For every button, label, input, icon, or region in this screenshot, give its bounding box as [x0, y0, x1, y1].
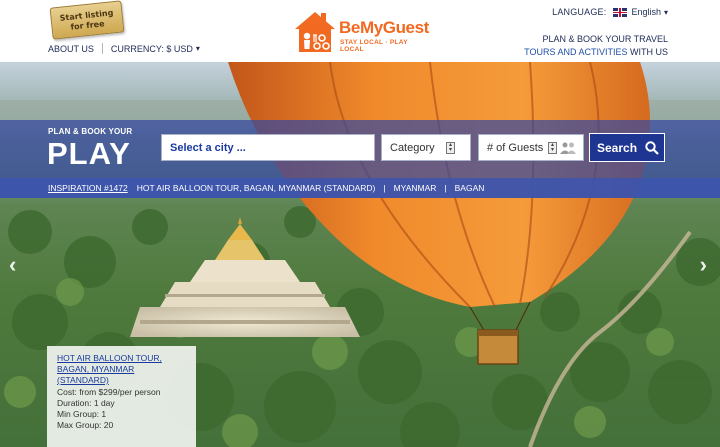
- guests-label: # of Guests: [487, 141, 544, 154]
- category-label: Category: [390, 141, 435, 154]
- inspiration-bar: INSPIRATION #1472 HOT AIR BALLOON TOUR, …: [0, 178, 720, 198]
- top-links: ABOUT US CURRENCY: $ USD ▾: [48, 43, 200, 54]
- category-select[interactable]: Category ▴ ▾: [381, 134, 471, 161]
- plan-book-subtitle: PLAN & BOOK YOUR: [48, 127, 133, 136]
- house-logo-icon: [295, 12, 335, 52]
- chevron-down-icon[interactable]: ▾: [664, 8, 668, 17]
- inspiration-title[interactable]: HOT AIR BALLOON TOUR, BAGAN, MYANMAR (ST…: [137, 183, 376, 193]
- bemyguest-logo[interactable]: BeMyGuest STAY LOCAL · PLAY LOCAL: [293, 9, 433, 55]
- site-header: Start listing for free ABOUT US CURRENCY…: [0, 0, 720, 62]
- travel-promo: PLAN & BOOK YOUR TRAVEL TOURS AND ACTIVI…: [524, 33, 668, 59]
- chevron-down-icon[interactable]: ▾: [196, 44, 200, 53]
- logo-wordmark: BeMyGuest: [339, 18, 429, 37]
- currency-selector[interactable]: CURRENCY: $ USD: [111, 44, 193, 54]
- city-select-input[interactable]: Select a city ...: [161, 134, 375, 161]
- tour-title-link[interactable]: HOT AIR BALLOON TOUR, BAGAN, MYANMAR (ST…: [57, 353, 186, 386]
- people-icon: [560, 142, 576, 154]
- dropdown-arrow-icon[interactable]: ▴ ▾: [446, 142, 455, 154]
- start-listing-tag[interactable]: Start listing for free: [49, 0, 125, 40]
- travel-promo-line1: PLAN & BOOK YOUR TRAVEL: [542, 34, 668, 44]
- uk-flag-icon: [613, 7, 628, 17]
- about-us-link[interactable]: ABOUT US: [48, 44, 94, 54]
- magnifier-icon: [645, 140, 659, 155]
- search-button[interactable]: Search: [589, 133, 665, 162]
- tour-min-group: Min Group: 1: [57, 409, 107, 419]
- search-button-label: Search: [597, 140, 638, 155]
- chevron-left-icon[interactable]: ‹: [9, 252, 16, 278]
- divider: [101, 43, 103, 54]
- tour-info-card: HOT AIR BALLOON TOUR, BAGAN, MYANMAR (ST…: [47, 346, 196, 447]
- tours-activities-link[interactable]: TOURS AND ACTIVITIES: [524, 47, 627, 57]
- guests-select[interactable]: # of Guests ▴ ▾: [478, 134, 584, 161]
- tour-duration: Duration: 1 day: [57, 398, 115, 408]
- search-band: PLAN & BOOK YOUR PLAY Select a city ... …: [0, 120, 720, 198]
- travel-promo-suffix: WITH US: [627, 47, 668, 57]
- chevron-right-icon[interactable]: ›: [700, 252, 707, 278]
- dropdown-arrow-icon[interactable]: ▴ ▾: [548, 142, 557, 154]
- tour-cost: Cost: from $299/per person: [57, 387, 161, 397]
- plan-book-title: PLAY: [47, 136, 131, 171]
- inspiration-country[interactable]: MYANMAR: [394, 183, 437, 193]
- logo-tagline: STAY LOCAL · PLAY LOCAL: [340, 39, 408, 53]
- tour-max-group: Max Group: 20: [57, 420, 114, 430]
- inspiration-city[interactable]: BAGAN: [455, 183, 485, 193]
- language-selector[interactable]: LANGUAGE: English ▾: [552, 7, 668, 17]
- inspiration-link[interactable]: INSPIRATION #1472: [48, 183, 128, 193]
- separator: |: [383, 183, 386, 193]
- language-value[interactable]: English: [631, 7, 661, 17]
- hero-banner: ‹ › PLAN & BOOK YOUR PLAY Select a city …: [0, 62, 720, 447]
- language-label: LANGUAGE:: [552, 7, 607, 17]
- separator: |: [444, 183, 447, 193]
